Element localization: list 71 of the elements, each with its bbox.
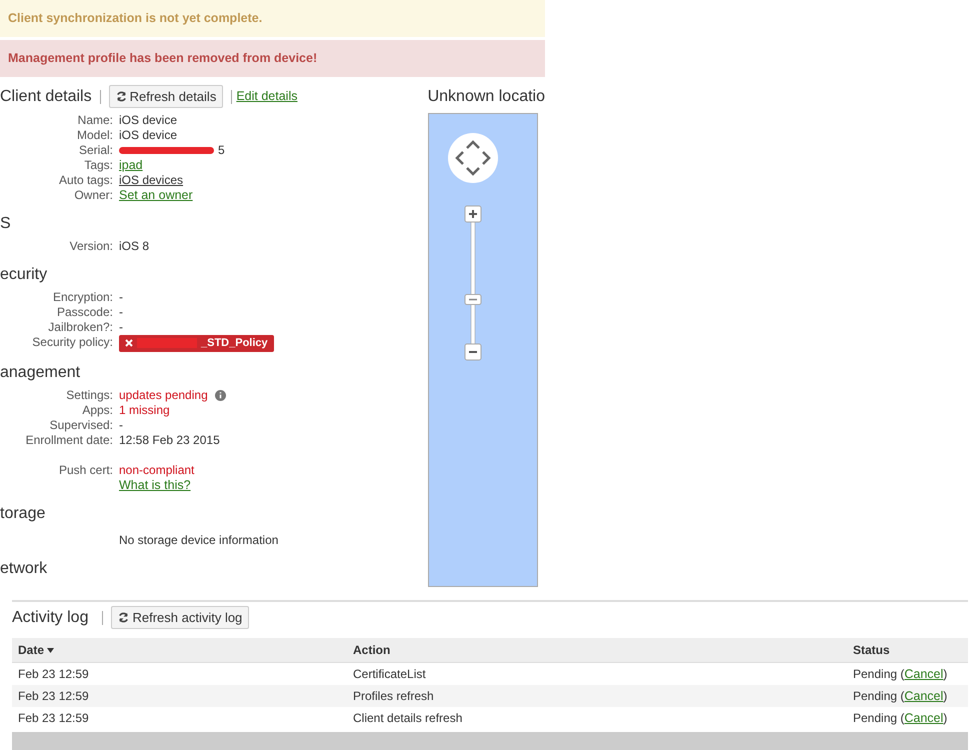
- zoom-out-button[interactable]: [464, 343, 482, 360]
- link[interactable]: ipad: [119, 158, 143, 172]
- section-heading: anagement: [0, 362, 82, 382]
- field-label: Serial:: [78, 142, 113, 158]
- link[interactable]: What is this?: [119, 478, 191, 492]
- section-heading: S: [0, 214, 12, 234]
- table-cell: Client details refresh: [347, 706, 847, 728]
- table-cell: Feb 23 12:59: [12, 662, 347, 684]
- field-label: Auto tags:: [58, 172, 113, 188]
- cancel-link[interactable]: Cancel: [904, 666, 944, 680]
- field-value: 12:58 Feb 23 2015: [119, 432, 220, 448]
- policy-badge: _STD_Policy: [119, 334, 274, 352]
- field-label: Tags:: [83, 158, 113, 172]
- field-label: Model:: [76, 128, 113, 142]
- field-label: Supervised:: [48, 418, 113, 432]
- refresh-log-button[interactable]: Refresh activity log: [111, 606, 250, 630]
- status-text: Pending (Cancel): [853, 688, 948, 702]
- section-heading: ecurity: [0, 264, 48, 284]
- zoom-in-button[interactable]: [464, 205, 482, 222]
- status-text: Pending (Cancel): [853, 666, 948, 680]
- warning-value: updates pending: [119, 388, 208, 402]
- field-label: Jailbroken?:: [47, 320, 113, 334]
- table-cell: Profiles refresh: [347, 684, 847, 706]
- field-value: -: [119, 290, 123, 304]
- field-label: Security policy:: [31, 334, 113, 350]
- field-value: iOS device: [119, 112, 178, 128]
- field-label: Push cert:: [58, 462, 113, 478]
- field-label: Settings:: [65, 388, 113, 402]
- field-value: -: [119, 418, 123, 432]
- field-value: -: [119, 304, 123, 320]
- field-value: No storage device information: [119, 532, 278, 548]
- section-heading: etwork: [0, 558, 48, 578]
- section-heading: Client details: [0, 86, 92, 106]
- zoom-track[interactable]: [470, 221, 475, 344]
- status-text: Pending (Cancel): [853, 710, 948, 724]
- cancel-link[interactable]: Cancel: [904, 710, 944, 724]
- table-cell: CertificateList: [347, 662, 847, 684]
- column-header[interactable]: Date: [12, 638, 347, 662]
- tag-link[interactable]: iOS devices: [119, 172, 184, 188]
- warning-value: non-compliant: [119, 462, 194, 478]
- section-heading: Activity log: [12, 608, 88, 628]
- alert-message: Management profile has been removed from device!: [0, 40, 545, 76]
- column-header: Action: [347, 638, 847, 662]
- field-value: 5: [218, 142, 225, 158]
- field-value: iOS device: [119, 128, 178, 142]
- field-label: Apps:: [81, 402, 113, 418]
- column-header: Status: [847, 638, 968, 662]
- zoom-handle[interactable]: [464, 294, 482, 305]
- alert-message: Client synchronization is not yet complete.: [0, 0, 545, 37]
- field-label: Name:: [76, 112, 113, 128]
- refresh-icon: [118, 612, 130, 623]
- field-label: Enrollment date:: [24, 432, 113, 448]
- link[interactable]: Set an owner: [119, 188, 193, 202]
- section-heading: torage: [0, 504, 46, 524]
- info-icon[interactable]: [214, 390, 226, 400]
- pan-control-icon[interactable]: [446, 132, 499, 184]
- sort-caret-icon[interactable]: [47, 648, 54, 653]
- refresh-icon: [116, 91, 127, 102]
- field-value: -: [119, 320, 123, 334]
- refresh-details-button[interactable]: Refresh details: [108, 84, 224, 108]
- warning-value: 1 missing: [119, 402, 170, 418]
- field-value: iOS 8: [119, 238, 150, 254]
- field-label: Version:: [68, 238, 113, 254]
- edit-details-link[interactable]: Edit details: [236, 87, 298, 106]
- table-cell: Feb 23 12:59: [12, 706, 347, 728]
- field-label: Encryption:: [52, 290, 113, 304]
- table-cell: Feb 23 12:59: [12, 684, 347, 706]
- cancel-link[interactable]: Cancel: [904, 688, 944, 702]
- field-label: Passcode:: [56, 304, 113, 320]
- map-title: Unknown locatio: [428, 86, 545, 106]
- field-label: Owner:: [73, 188, 113, 202]
